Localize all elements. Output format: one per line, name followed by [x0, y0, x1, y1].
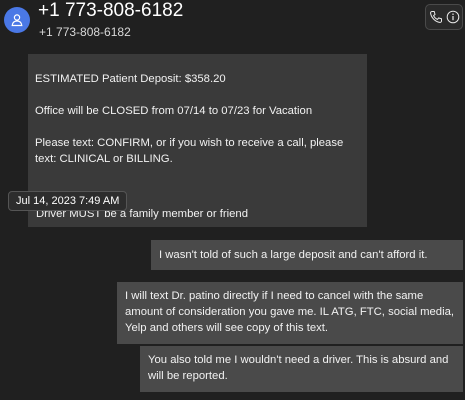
contact-avatar[interactable]	[4, 7, 30, 33]
contact-subtitle: +1 773-808-6182	[39, 25, 131, 39]
info-icon[interactable]	[446, 10, 460, 24]
person-icon	[11, 14, 23, 27]
contact-title: +1 773-808-6182	[38, 0, 184, 21]
conversation-header: +1 773-808-6182 +1 773-808-6182	[0, 0, 465, 44]
timestamp-tooltip: Jul 14, 2023 7:49 AM	[8, 191, 128, 211]
outgoing-message[interactable]: I wasn't told of such a large deposit an…	[151, 240, 463, 270]
message-line: Office will be CLOSED from 07/14 to 07/2…	[35, 105, 313, 117]
phone-icon[interactable]	[429, 10, 443, 24]
outgoing-message[interactable]: I will text Dr. patino directly if I nee…	[117, 282, 463, 344]
header-actions	[425, 4, 463, 30]
message-line: ESTIMATED Patient Deposit: $358.20	[35, 73, 226, 85]
message-line: Please text: CONFIRM, or if you wish to …	[35, 137, 347, 165]
outgoing-message[interactable]: You also told me I wouldn't need a drive…	[140, 346, 463, 392]
